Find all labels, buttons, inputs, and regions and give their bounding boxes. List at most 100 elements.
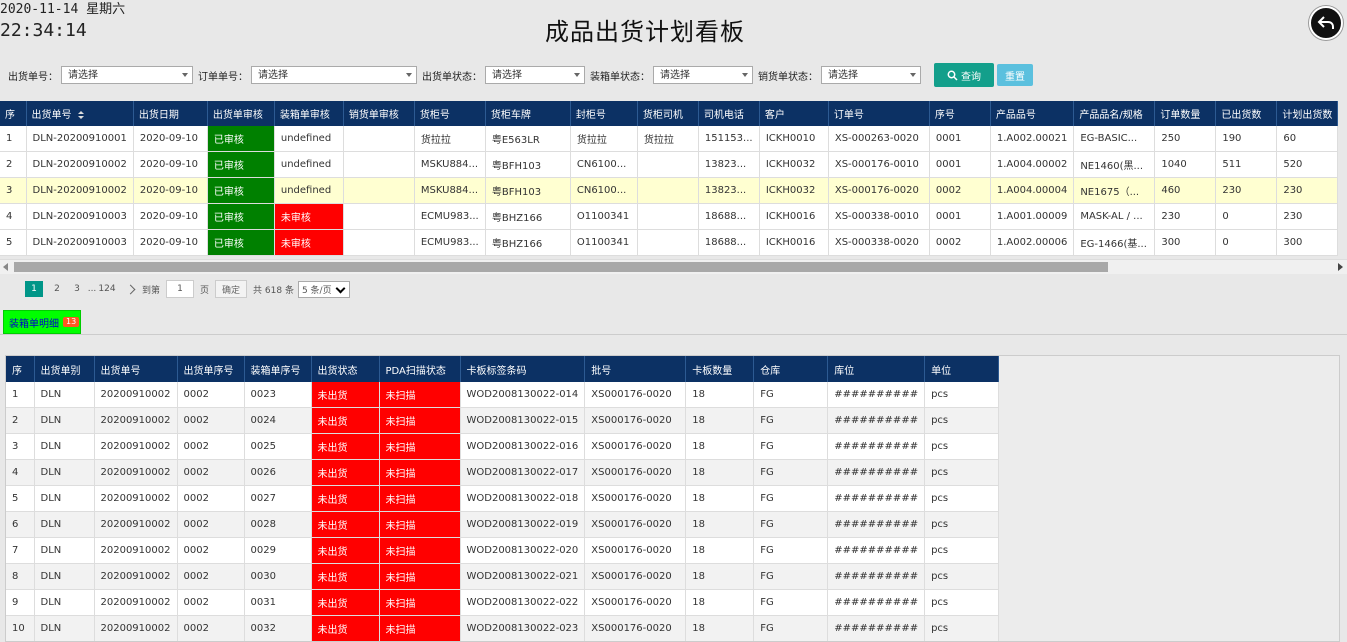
table-cell: 0002 — [929, 229, 991, 256]
query-button[interactable]: 查询 — [934, 63, 994, 87]
table-row[interactable]: 2 DLN-20200910002 2020-09-10 已审核 undefined MS… — [0, 151, 1339, 178]
table-cell: 未出货 — [311, 563, 380, 590]
table-row[interactable]: 4 DLN-20200910003 2020-09-10 已审核 未审核 ECMU983.… — [0, 203, 1339, 230]
table-cell — [343, 126, 415, 152]
table-row[interactable]: 9 DLN 20200910002 0002 0031 未出货 未扫描 WOD20081300… — [6, 589, 1000, 616]
scroll-right-icon[interactable] — [1338, 263, 1343, 271]
column-header[interactable]: 序 — [6, 356, 35, 382]
table-cell: XS000176-0020 — [584, 589, 687, 616]
table-cell: undefined — [274, 151, 344, 178]
page-size-select[interactable]: 5 条/页 — [297, 280, 350, 298]
column-header[interactable]: 产品品名/规格 — [1073, 101, 1156, 126]
column-header[interactable]: 单位 — [924, 356, 1000, 382]
horizontal-scrollbar[interactable] — [0, 259, 1347, 274]
table-row[interactable]: 1 DLN-20200910001 2020-09-10 已审核 undefined 货拉… — [0, 126, 1339, 152]
page-2-button[interactable]: 2 — [47, 281, 67, 297]
column-header[interactable]: 销货单审核 — [343, 101, 415, 126]
column-header[interactable]: 装箱单序号 — [244, 356, 312, 382]
filter-label: 订单单号： — [198, 71, 248, 83]
table-row[interactable]: 5 DLN-20200910003 2020-09-10 已审核 未审核 ECMU983.… — [0, 229, 1339, 256]
table-cell: ########## — [827, 433, 926, 460]
table-row[interactable]: 4 DLN 20200910002 0002 0026 未出货 未扫描 WOD20081300… — [6, 459, 1000, 486]
table-cell: 1.A002.00006 — [990, 229, 1075, 256]
column-header[interactable]: 订单号 — [828, 101, 930, 126]
goto-page-input[interactable]: 1 — [166, 280, 195, 298]
column-header[interactable]: 批号 — [584, 356, 687, 382]
table-cell: 未扫描 — [379, 537, 461, 564]
sales-status-select[interactable]: 请选择 — [821, 66, 921, 84]
table-row[interactable]: 2 DLN 20200910002 0002 0024 未出货 未扫描 WOD20081300… — [6, 407, 1000, 434]
column-header[interactable]: 出货状态 — [311, 356, 380, 382]
table-cell: 已审核 — [207, 151, 275, 178]
table-cell: pcs — [924, 589, 1000, 616]
column-header[interactable]: 出货单别 — [34, 356, 95, 382]
table-cell: 2020-09-10 — [133, 229, 208, 256]
column-header[interactable]: 货柜司机 — [637, 101, 699, 126]
shipment-status-select[interactable]: 请选择 — [485, 66, 585, 84]
goto-confirm-button[interactable]: 确定 — [215, 280, 248, 298]
scroll-left-icon[interactable] — [3, 263, 8, 271]
column-header[interactable]: 订单数量 — [1154, 101, 1217, 126]
page-1-button[interactable]: 1 — [25, 281, 43, 297]
table-cell: 已审核 — [207, 203, 275, 230]
column-header[interactable]: 卡板标签条码 — [460, 356, 586, 382]
page-last-button[interactable]: 124 — [97, 281, 117, 297]
column-header[interactable]: 出货单审核 — [207, 101, 275, 126]
scrollbar-thumb[interactable] — [14, 262, 1108, 272]
column-header[interactable]: 已出货数 — [1215, 101, 1278, 126]
column-header[interactable]: 司机电话 — [698, 101, 760, 126]
column-header[interactable]: 出货单序号 — [177, 356, 245, 382]
page-3-button[interactable]: 3 — [67, 281, 87, 297]
filter-packing-status: 装箱单状态： 请选择 — [590, 66, 753, 84]
table-cell: 3 — [0, 177, 27, 204]
table-row[interactable]: 3 DLN 20200910002 0002 0025 未出货 未扫描 WOD20081300… — [6, 433, 1000, 460]
column-header[interactable]: 序 — [0, 101, 27, 126]
column-header[interactable]: 序号 — [929, 101, 991, 126]
table-cell: 18 — [685, 433, 755, 460]
table-cell — [343, 151, 415, 178]
table-row[interactable]: 6 DLN 20200910002 0002 0028 未出货 未扫描 WOD20081300… — [6, 511, 1000, 538]
table-cell: pcs — [924, 459, 1000, 486]
table-row[interactable]: 7 DLN 20200910002 0002 0029 未出货 未扫描 WOD20081300… — [6, 537, 1000, 564]
table-cell: ########## — [827, 485, 926, 512]
table-cell: 2020-09-10 — [133, 177, 208, 204]
column-header[interactable]: 货柜号 — [414, 101, 486, 126]
table-row[interactable]: 3 DLN-20200910002 2020-09-10 已审核 undefined MS… — [0, 177, 1339, 204]
column-header[interactable]: 装箱单审核 — [274, 101, 344, 126]
table-row[interactable]: 8 DLN 20200910002 0002 0030 未出货 未扫描 WOD20081300… — [6, 563, 1000, 590]
column-header[interactable]: 货柜车牌 — [485, 101, 571, 126]
table-row[interactable]: 5 DLN 20200910002 0002 0027 未出货 未扫描 WOD20081300… — [6, 485, 1000, 512]
table-cell: CN6100... — [570, 151, 638, 178]
table-cell: DLN — [34, 537, 95, 564]
packing-status-select[interactable]: 请选择 — [653, 66, 753, 84]
filter-shipment-status: 出货单状态： 请选择 — [422, 66, 585, 84]
shipment-no-select[interactable]: 请选择 — [61, 66, 193, 84]
column-header[interactable]: 出货日期 — [133, 101, 208, 126]
table-cell: EG-1466(基... — [1073, 229, 1156, 256]
column-header[interactable]: 出货单号 — [94, 356, 178, 382]
table-cell: ########## — [827, 407, 926, 434]
column-header[interactable]: 产品品号 — [990, 101, 1075, 126]
table-cell: 1.A001.00009 — [990, 203, 1075, 230]
table-cell: 230 — [1276, 177, 1339, 204]
table-row[interactable]: 1 DLN 20200910002 0002 0023 未出货 未扫描 WOD20081300… — [6, 382, 1000, 408]
column-header[interactable]: 卡板数量 — [685, 356, 755, 382]
table-cell: XS000176-0020 — [584, 485, 687, 512]
column-header[interactable]: 计划出货数 — [1276, 101, 1339, 126]
count-badge: 13 — [63, 317, 80, 327]
tab-packing-detail[interactable]: 装箱单明细 13 — [3, 310, 81, 334]
sort-icon[interactable] — [77, 111, 84, 119]
order-no-select[interactable]: 请选择 — [251, 66, 417, 84]
table-cell: XS-000338-0020 — [828, 229, 930, 256]
table-cell: WOD2008130022-020 — [460, 537, 586, 564]
reset-button[interactable]: 重置 — [997, 64, 1033, 86]
column-header[interactable]: 出货单号 — [26, 101, 134, 126]
column-header[interactable]: 客户 — [759, 101, 829, 126]
column-header[interactable]: 库位 — [827, 356, 926, 382]
next-page-icon[interactable] — [125, 284, 136, 294]
table-row[interactable]: 10 DLN 20200910002 0002 0032 未出货 未扫描 WOD2008130… — [6, 615, 1000, 641]
column-header[interactable]: 仓库 — [753, 356, 829, 382]
back-button[interactable] — [1309, 6, 1343, 40]
column-header[interactable]: PDA扫描状态 — [379, 356, 461, 382]
column-header[interactable]: 封柜号 — [570, 101, 638, 126]
